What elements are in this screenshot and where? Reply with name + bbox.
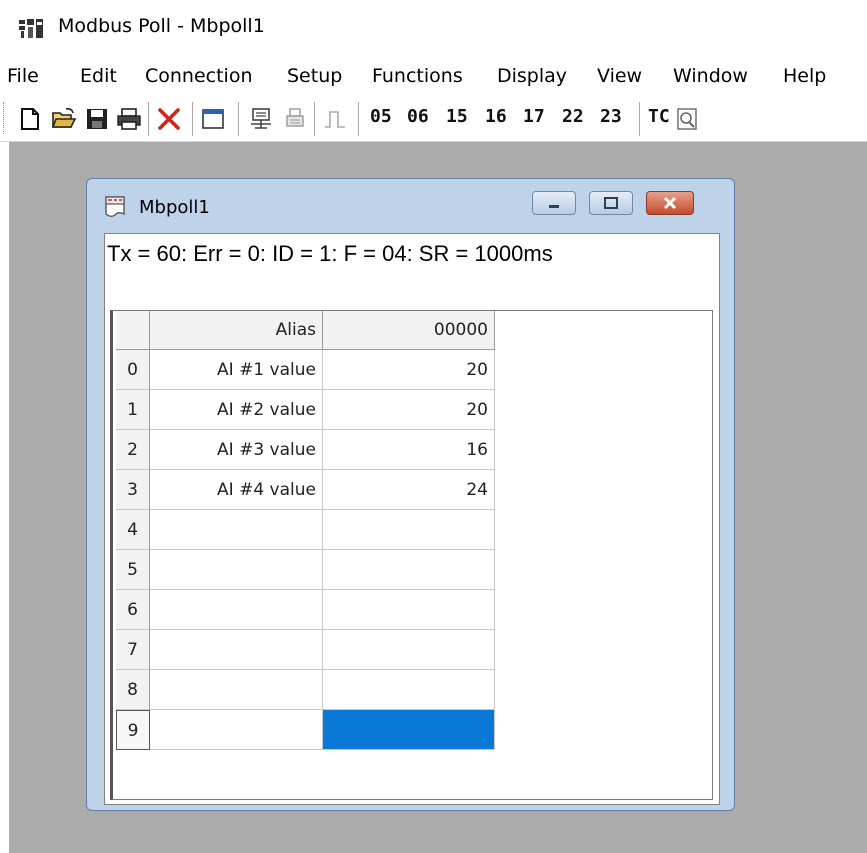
maximize-icon	[604, 197, 618, 209]
row-header[interactable]: 4	[116, 510, 150, 550]
function-22-button[interactable]: 22	[562, 106, 584, 127]
value-cell[interactable]	[323, 630, 495, 670]
window-icon[interactable]	[200, 106, 226, 132]
menu-display[interactable]: Display	[497, 65, 567, 87]
alias-cell[interactable]: AI #1 value	[150, 350, 323, 390]
function-16-button[interactable]: 16	[485, 106, 507, 127]
child-window-title: Mbpoll1	[139, 197, 210, 218]
new-document-icon[interactable]	[17, 106, 43, 132]
row-header[interactable]: 1	[116, 390, 150, 430]
value-cell[interactable]	[323, 510, 495, 550]
row-header-selected[interactable]: 9	[116, 710, 150, 750]
alias-cell[interactable]: AI #3 value	[150, 430, 323, 470]
value-cell[interactable]: 16	[323, 430, 495, 470]
alias-cell[interactable]	[150, 510, 323, 550]
mdi-left-edge	[0, 142, 9, 853]
value-cell-selected[interactable]	[323, 710, 495, 750]
toolbar-separator	[238, 102, 240, 136]
menu-window[interactable]: Window	[673, 65, 748, 87]
toolbar-separator	[314, 102, 316, 136]
menu-connection[interactable]: Connection	[145, 65, 253, 87]
function-17-button[interactable]: 17	[523, 106, 545, 127]
alias-cell[interactable]	[150, 630, 323, 670]
column-header-00000[interactable]: 00000	[323, 311, 495, 350]
open-folder-icon[interactable]	[51, 106, 77, 132]
tc-button[interactable]: TC	[648, 106, 670, 127]
mbpoll1-window[interactable]: Mbpoll1 Tx = 60: Err = 0: ID = 1: F = 04…	[86, 178, 735, 811]
function-06-button[interactable]: 06	[407, 106, 429, 127]
toolbar-separator	[192, 102, 194, 136]
disconnect-x-icon[interactable]	[156, 106, 182, 132]
function-05-button[interactable]: 05	[370, 106, 392, 127]
status-line: Tx = 60: Err = 0: ID = 1: F = 04: SR = 1…	[107, 241, 553, 266]
grid-corner[interactable]	[116, 311, 150, 350]
menu-edit[interactable]: Edit	[80, 65, 117, 87]
save-disk-icon[interactable]	[84, 106, 110, 132]
value-cell[interactable]	[323, 550, 495, 590]
print-icon[interactable]	[116, 106, 142, 132]
menu-help[interactable]: Help	[783, 65, 826, 87]
close-button[interactable]	[646, 191, 694, 215]
minimize-button[interactable]	[532, 191, 576, 215]
row-header[interactable]: 3	[116, 470, 150, 510]
alias-cell[interactable]	[150, 710, 323, 750]
menu-functions[interactable]: Functions	[372, 65, 463, 87]
app-titlebar[interactable]: Modbus Poll - Mbpoll1	[0, 0, 867, 56]
alias-cell[interactable]	[150, 590, 323, 630]
child-client-area: Tx = 60: Err = 0: ID = 1: F = 04: SR = 1…	[104, 233, 720, 805]
value-cell[interactable]: 24	[323, 470, 495, 510]
alias-cell[interactable]	[150, 550, 323, 590]
doc-icon	[105, 196, 125, 217]
value-cell[interactable]: 20	[323, 350, 495, 390]
menu-file[interactable]: File	[7, 65, 39, 87]
column-header-alias[interactable]: Alias	[150, 311, 323, 350]
toolbar: 05 06 15 16 17 22 23 TC	[0, 96, 867, 142]
row-header[interactable]: 7	[116, 630, 150, 670]
minimize-icon	[549, 205, 559, 208]
value-cell[interactable]: 20	[323, 390, 495, 430]
row-header[interactable]: 8	[116, 670, 150, 710]
menubar: File Edit Connection Setup Functions Dis…	[0, 56, 867, 96]
toolbar-grip[interactable]	[3, 102, 6, 134]
value-cell[interactable]	[323, 590, 495, 630]
function-15-button[interactable]: 15	[446, 106, 468, 127]
alias-cell[interactable]: AI #2 value	[150, 390, 323, 430]
row-header[interactable]: 0	[116, 350, 150, 390]
alias-cell[interactable]	[150, 670, 323, 710]
toolbar-separator	[148, 102, 150, 136]
row-header[interactable]: 5	[116, 550, 150, 590]
maximize-button[interactable]	[589, 191, 633, 215]
menu-setup[interactable]: Setup	[287, 65, 342, 87]
pulse-icon[interactable]	[322, 106, 348, 132]
row-header[interactable]: 6	[116, 590, 150, 630]
menu-view[interactable]: View	[597, 65, 642, 87]
modbus-poll-app-icon	[19, 19, 43, 38]
toolbar-separator	[639, 102, 641, 136]
close-icon	[663, 196, 677, 210]
alias-cell[interactable]: AI #4 value	[150, 470, 323, 510]
row-header[interactable]: 2	[116, 430, 150, 470]
toolbar-separator	[358, 102, 360, 136]
value-cell[interactable]	[323, 670, 495, 710]
print-grey-icon[interactable]	[282, 106, 308, 132]
read-write-icon[interactable]	[248, 106, 274, 132]
function-23-button[interactable]: 23	[600, 106, 622, 127]
zoom-icon[interactable]	[676, 106, 698, 132]
data-grid[interactable]: Alias 00000 0 AI #1 value 20 1 AI #2 val…	[110, 310, 713, 800]
app-title: Modbus Poll - Mbpoll1	[58, 15, 265, 37]
